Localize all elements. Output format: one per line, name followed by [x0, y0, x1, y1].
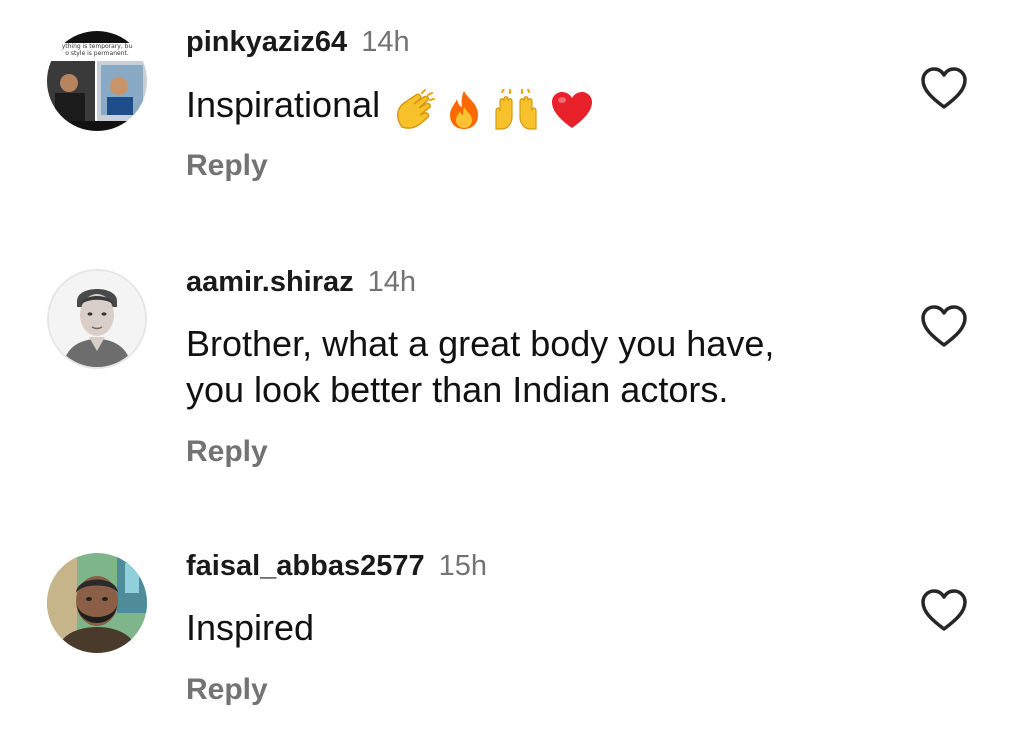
username[interactable]: pinkyaziz64 [186, 26, 347, 58]
avatar-caption-line: ything is temporary, bu [62, 43, 133, 50]
avatar[interactable]: ything is temporary, bu o style is perma… [47, 31, 147, 131]
reply-button[interactable]: Reply [186, 148, 268, 184]
fire-icon [450, 90, 479, 129]
comment-text-line: you look better than Indian actors. [186, 369, 729, 410]
avatar-caption-line: o style is permanent. [65, 50, 129, 57]
reply-button[interactable]: Reply [186, 672, 268, 708]
username[interactable]: aamir.shiraz [186, 266, 354, 298]
raising-hands-icon [495, 87, 537, 130]
clapping-hands-icon [397, 88, 436, 129]
red-heart-icon [552, 91, 593, 128]
timestamp: 14h [361, 26, 410, 58]
avatar[interactable] [47, 553, 147, 653]
timestamp: 15h [438, 550, 488, 582]
comment-header: pinkyaziz64 14h [186, 24, 410, 60]
comment-text: Brother, what a great body you have, you… [186, 321, 774, 413]
comment-text: Inspired [186, 605, 314, 651]
comment-text: Inspirational [186, 82, 594, 131]
comment-header: faisal_abbas2577 15h [186, 548, 487, 584]
username[interactable]: faisal_abbas2577 [186, 550, 425, 582]
like-heart-icon[interactable] [920, 588, 968, 632]
like-heart-icon[interactable] [920, 66, 968, 110]
comment-text-line: Inspirational [186, 84, 381, 125]
comment-text-line: Inspired [186, 607, 315, 648]
emoji-group [392, 84, 594, 130]
like-heart-icon[interactable] [920, 304, 968, 348]
reply-button[interactable]: Reply [186, 434, 268, 470]
avatar[interactable] [47, 269, 147, 369]
comment-header: aamir.shiraz 14h [186, 264, 416, 300]
comment-text-line: Brother, what a great body you have, [186, 323, 775, 364]
timestamp: 14h [367, 266, 417, 298]
